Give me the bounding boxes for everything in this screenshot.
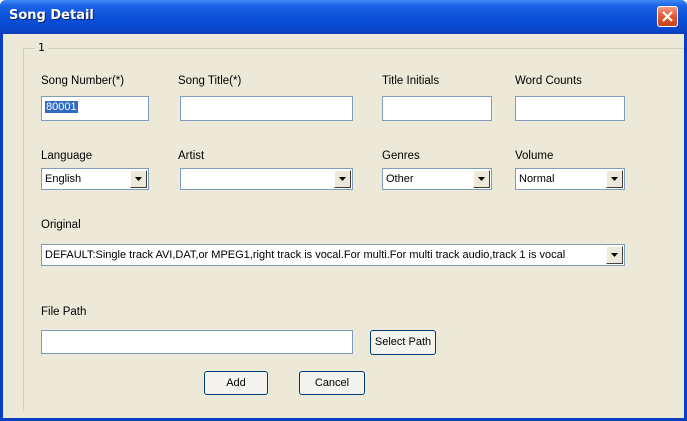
- word-counts-label: Word Counts: [515, 75, 582, 87]
- song-number-value: 80001: [45, 101, 78, 113]
- volume-label: Volume: [515, 150, 554, 162]
- artist-label: Artist: [178, 150, 205, 162]
- artist-dropdown-button[interactable]: [334, 170, 351, 188]
- original-dropdown-button[interactable]: [606, 246, 623, 264]
- artist-select[interactable]: [180, 168, 353, 190]
- title-initials-input[interactable]: [382, 96, 492, 121]
- file-path-input[interactable]: [41, 330, 353, 354]
- volume-value: Normal: [519, 173, 555, 185]
- window-title: Song Detail: [9, 8, 94, 23]
- volume-select[interactable]: Normal: [515, 168, 625, 190]
- song-title-label: Song Title(*): [178, 75, 242, 87]
- language-value: English: [45, 173, 82, 185]
- dialog-body: 1 Song Number(*) Song Title(*) Title Ini…: [3, 34, 684, 418]
- language-dropdown-button[interactable]: [130, 170, 147, 188]
- add-button[interactable]: Add: [204, 371, 268, 395]
- genres-value: Other: [386, 173, 414, 185]
- song-title-input[interactable]: [180, 96, 353, 121]
- volume-dropdown-button[interactable]: [606, 170, 623, 188]
- dialog-window: Song Detail 1 Song Number(*) Song Title(…: [0, 0, 687, 421]
- original-value: DEFAULT:Single track AVI,DAT,or MPEG1,ri…: [45, 249, 566, 261]
- cancel-button[interactable]: Cancel: [299, 371, 365, 395]
- word-counts-input[interactable]: [515, 96, 625, 121]
- chevron-down-icon: [611, 177, 618, 181]
- original-select[interactable]: DEFAULT:Single track AVI,DAT,or MPEG1,ri…: [41, 244, 625, 266]
- language-select[interactable]: English: [41, 168, 149, 190]
- close-button[interactable]: [657, 6, 678, 27]
- group-label: 1: [35, 41, 48, 54]
- genres-label: Genres: [382, 150, 420, 162]
- genres-select[interactable]: Other: [382, 168, 492, 190]
- original-label: Original: [41, 219, 81, 231]
- file-path-label: File Path: [41, 306, 87, 318]
- language-label: Language: [41, 150, 93, 162]
- song-number-input[interactable]: 80001: [41, 96, 149, 121]
- genres-dropdown-button[interactable]: [473, 170, 490, 188]
- chevron-down-icon: [135, 177, 142, 181]
- close-icon: [662, 11, 673, 22]
- chevron-down-icon: [339, 177, 346, 181]
- chevron-down-icon: [611, 253, 618, 257]
- title-bar[interactable]: Song Detail: [0, 0, 687, 34]
- title-initials-label: Title Initials: [382, 75, 440, 87]
- select-path-button[interactable]: Select Path: [370, 330, 436, 355]
- song-number-label: Song Number(*): [41, 75, 125, 87]
- chevron-down-icon: [478, 177, 485, 181]
